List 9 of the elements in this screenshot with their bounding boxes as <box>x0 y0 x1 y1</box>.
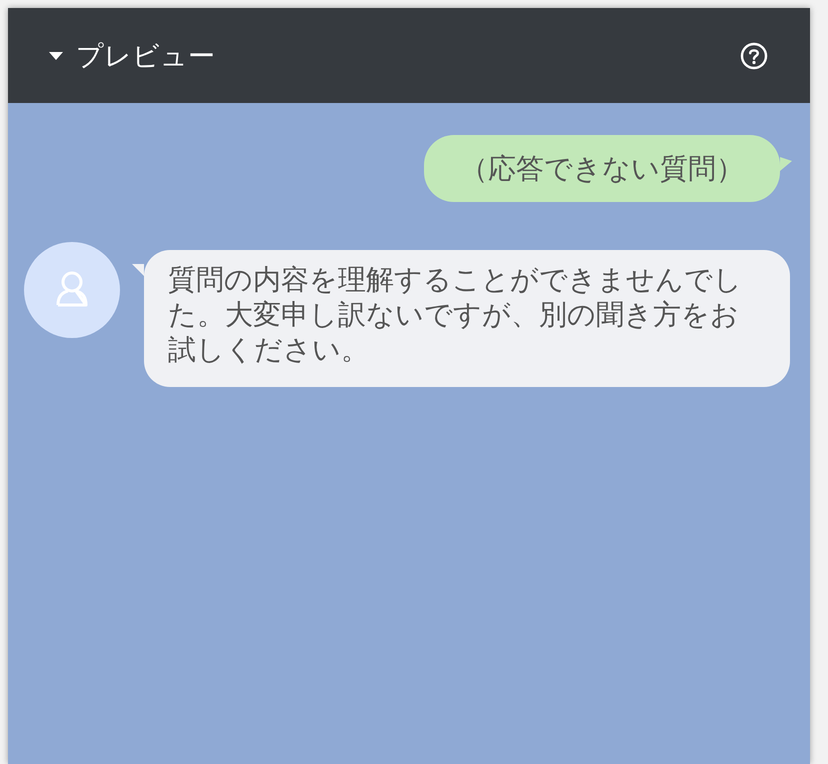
panel-title: プレビュー <box>76 40 215 74</box>
collapse-toggle[interactable] <box>48 50 64 62</box>
user-message: （応答できない質問） <box>424 135 780 202</box>
caret-icon <box>48 50 64 62</box>
help-icon[interactable] <box>740 42 768 70</box>
avatar-icon <box>24 242 120 338</box>
bot-message: 質問の内容を理解することができませんでした。大変申し訳ないですが、別の聞き方をお試しください。 <box>144 250 790 387</box>
bubble-tail <box>132 264 144 276</box>
bubble-tail <box>780 157 792 171</box>
